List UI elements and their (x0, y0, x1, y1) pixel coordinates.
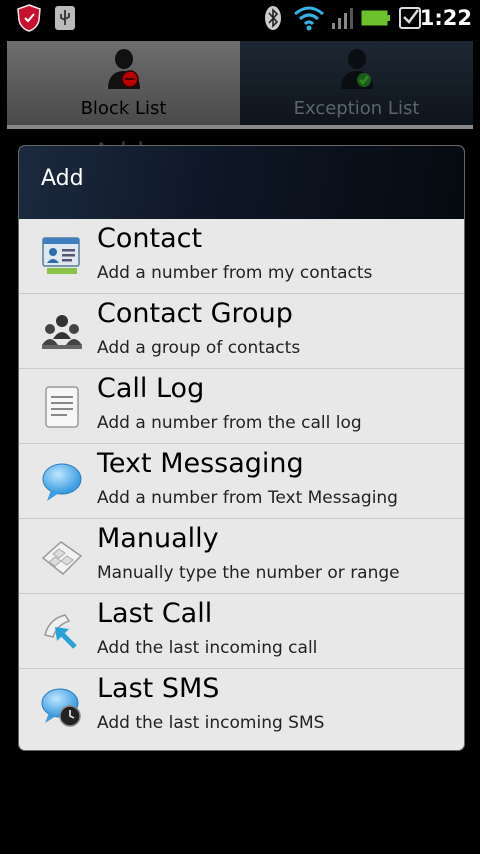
option-manually[interactable]: Manually Manually type the number or ran… (19, 519, 464, 594)
add-options-list: Contact Add a number from my contacts Co… (19, 219, 464, 743)
block-person-icon (104, 47, 144, 91)
option-title: Contact (97, 223, 203, 254)
bluetooth-icon (262, 4, 284, 32)
option-last-call[interactable]: Last Call Add the last incoming call (19, 594, 464, 669)
tab-block-list[interactable]: Block List (7, 41, 240, 125)
option-subtitle: Add a number from the call log (97, 413, 362, 433)
group-icon (39, 309, 85, 355)
option-title: Contact Group (97, 298, 293, 329)
status-time: 1:22 (419, 6, 472, 30)
battery-icon (360, 4, 392, 32)
dialog-header: Add (19, 146, 464, 219)
document-icon (39, 384, 85, 430)
speech-bubble-icon (39, 459, 85, 505)
tab-label: Exception List (293, 98, 420, 119)
option-title: Manually (97, 523, 219, 554)
option-subtitle: Add a number from Text Messaging (97, 488, 398, 508)
sms-clock-icon (39, 684, 85, 730)
incoming-call-icon (39, 609, 85, 655)
option-title: Last Call (97, 598, 213, 629)
tab-label: Block List (80, 98, 167, 119)
option-subtitle: Add a group of contacts (97, 338, 301, 358)
option-title: Call Log (97, 373, 205, 404)
keypad-icon (39, 534, 85, 580)
dialog-title: Add (41, 166, 84, 191)
option-contact[interactable]: Contact Add a number from my contacts (19, 219, 464, 294)
contact-card-icon (39, 234, 85, 280)
usb-icon (52, 4, 78, 32)
option-text-messaging[interactable]: Text Messaging Add a number from Text Me… (19, 444, 464, 519)
checkbox-notification-icon (398, 4, 422, 32)
option-subtitle: Manually type the number or range (97, 563, 400, 583)
option-subtitle: Add the last incoming call (97, 638, 318, 658)
wifi-icon (292, 4, 326, 32)
option-contact-group[interactable]: Contact Group Add a group of contacts (19, 294, 464, 369)
option-subtitle: Add a number from my contacts (97, 263, 373, 283)
signal-icon (330, 4, 354, 32)
option-title: Text Messaging (97, 448, 304, 479)
tab-bar: Block List Exception List (7, 41, 473, 125)
status-bar: 1:22 (0, 0, 480, 36)
option-call-log[interactable]: Call Log Add a number from the call log (19, 369, 464, 444)
add-dialog: Add Contact Add a number from my contact… (19, 146, 464, 750)
option-last-sms[interactable]: Last SMS Add the last incoming SMS (19, 669, 464, 743)
shield-icon (14, 4, 44, 32)
allowed-person-icon (337, 47, 377, 91)
option-subtitle: Add the last incoming SMS (97, 713, 325, 733)
option-title: Last SMS (97, 673, 220, 704)
tab-exception-list[interactable]: Exception List (240, 41, 473, 125)
tab-underline (7, 125, 473, 129)
